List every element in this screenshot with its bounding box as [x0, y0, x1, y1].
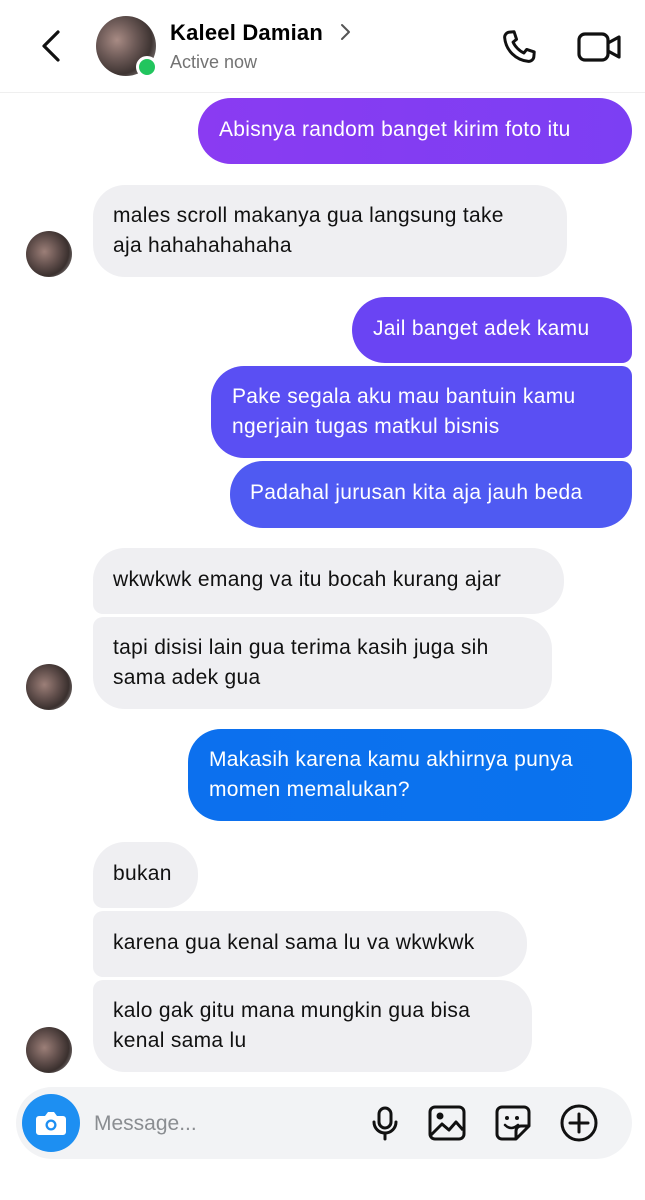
- message-text: wkwkwk emang va itu bocah kurang ajar: [113, 568, 502, 591]
- message-text: kalo gak gitu mana mungkin gua bisa: [113, 999, 471, 1022]
- sticker-icon[interactable]: [493, 1103, 533, 1143]
- camera-button[interactable]: [22, 1094, 80, 1152]
- message-text: momen memalukan?: [209, 778, 410, 801]
- outgoing-message[interactable]: Pake segala aku mau bantuin kamu ngerjai…: [211, 366, 632, 458]
- message-text: karena gua kenal sama lu va wkwkwk: [113, 931, 475, 954]
- contact-name[interactable]: Kaleel Damian: [170, 20, 323, 46]
- add-icon[interactable]: [559, 1103, 599, 1143]
- incoming-message[interactable]: males scroll makanya gua langsung take a…: [93, 185, 567, 277]
- camera-icon: [36, 1112, 66, 1135]
- online-status-dot: [136, 56, 158, 78]
- message-input[interactable]: [92, 1107, 356, 1141]
- chevron-right-icon[interactable]: [338, 22, 352, 42]
- back-arrow-icon[interactable]: [34, 26, 74, 66]
- message-text: Abisnya random banget kirim foto itu: [219, 118, 571, 141]
- incoming-message[interactable]: wkwkwk emang va itu bocah kurang ajar: [93, 548, 564, 614]
- message-text: aja hahahahahaha: [113, 234, 292, 257]
- message-text: Pake segala aku mau bantuin kamu: [232, 385, 576, 408]
- gallery-icon[interactable]: [427, 1103, 467, 1143]
- message-text: males scroll makanya gua langsung take: [113, 204, 504, 227]
- message-text: Makasih karena kamu akhirnya punya: [209, 748, 573, 771]
- message-text: tapi disisi lain gua terima kasih juga s…: [113, 636, 489, 659]
- message-text: ngerjain tugas matkul bisnis: [232, 415, 500, 438]
- active-status: Active now: [170, 52, 258, 72]
- outgoing-message[interactable]: Makasih karena kamu akhirnya punya momen…: [188, 729, 632, 821]
- incoming-message[interactable]: bukan: [93, 842, 198, 908]
- outgoing-message[interactable]: Jail banget adek kamu: [352, 297, 632, 363]
- message-composer: [16, 1087, 632, 1159]
- outgoing-message[interactable]: Abisnya random banget kirim foto itu: [198, 98, 632, 164]
- outgoing-message[interactable]: Padahal jurusan kita aja jauh beda: [230, 461, 632, 528]
- message-text: sama adek gua: [113, 666, 261, 689]
- microphone-icon[interactable]: [365, 1103, 405, 1143]
- incoming-message[interactable]: karena gua kenal sama lu va wkwkwk: [93, 911, 527, 977]
- contact-avatar-small[interactable]: [26, 664, 72, 710]
- message-text: Jail banget adek kamu: [373, 317, 590, 340]
- phone-icon[interactable]: [498, 26, 540, 68]
- chat-header: Kaleel Damian Active now: [0, 0, 645, 93]
- message-text: kenal sama lu: [113, 1029, 247, 1052]
- message-text: Padahal jurusan kita aja jauh beda: [250, 481, 583, 504]
- video-camera-icon[interactable]: [576, 28, 622, 66]
- contact-avatar-small[interactable]: [26, 231, 72, 277]
- incoming-message[interactable]: tapi disisi lain gua terima kasih juga s…: [93, 617, 552, 709]
- incoming-message[interactable]: kalo gak gitu mana mungkin gua bisa kena…: [93, 980, 532, 1072]
- contact-avatar-small[interactable]: [26, 1027, 72, 1073]
- message-text: bukan: [113, 862, 172, 885]
